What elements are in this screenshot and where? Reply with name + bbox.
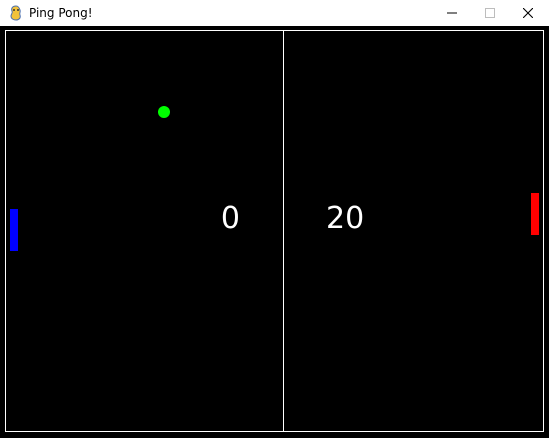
minimize-icon — [447, 12, 457, 14]
game-canvas[interactable]: 0 20 — [0, 26, 549, 438]
left-player-score: 0 — [220, 201, 240, 236]
maximize-icon — [485, 8, 495, 18]
pygame-snake-icon — [10, 5, 21, 21]
minimize-button[interactable] — [433, 0, 471, 26]
maximize-button[interactable] — [471, 0, 509, 26]
close-icon — [523, 8, 533, 18]
right-player-score: 20 — [326, 201, 365, 236]
title-bar[interactable]: Ping Pong! — [0, 0, 549, 26]
right-paddle — [531, 193, 539, 235]
court-border — [5, 30, 544, 432]
left-paddle — [10, 209, 18, 251]
ball — [158, 106, 170, 118]
window-title: Ping Pong! — [29, 6, 93, 20]
center-net-line — [283, 30, 284, 432]
game-window: Ping Pong! 0 20 — [0, 0, 549, 438]
close-button[interactable] — [509, 0, 547, 26]
